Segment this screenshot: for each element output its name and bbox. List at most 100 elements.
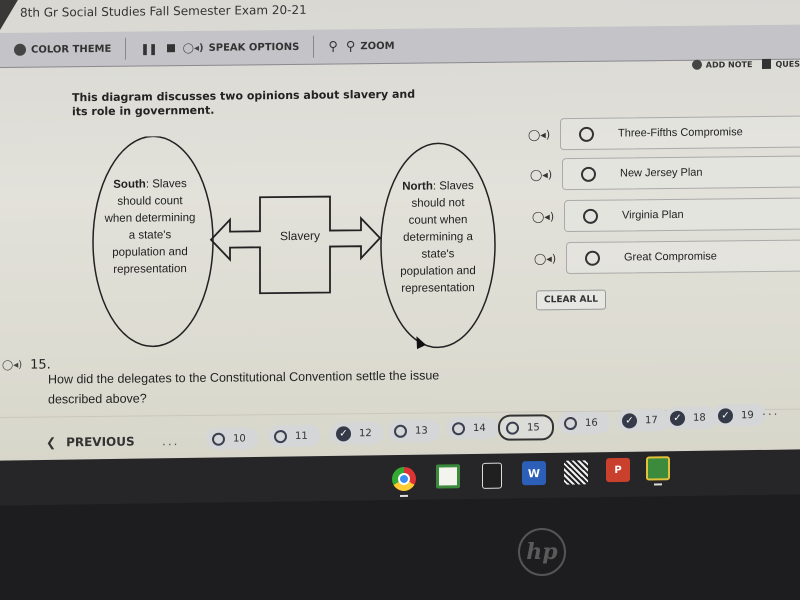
option-three-fifths[interactable]: Three-Fifths Compromise (560, 115, 800, 151)
question-nav-15[interactable]: 15 (498, 414, 554, 441)
exam-screen: 8th Gr Social Studies Fall Semester Exam… (0, 0, 800, 491)
zoom-out-icon: ⚲ (328, 38, 338, 55)
question-nav-14[interactable]: 14 (446, 416, 498, 440)
question-nav-19[interactable]: ✓ 19 (712, 403, 766, 427)
active-indicator (654, 483, 662, 486)
previous-button[interactable]: ❮ PREVIOUS (46, 435, 135, 450)
speaker-icon: ◯◂) (182, 42, 204, 54)
option-virginia[interactable]: Virginia Plan (564, 197, 800, 233)
option-new-jersey[interactable]: New Jersey Plan (562, 155, 800, 191)
question-nav-17[interactable]: ✓ 17 (616, 408, 670, 432)
option-row: ◯◂) Three-Fifths Compromise (528, 115, 800, 151)
speaker-icon[interactable]: ◯◂) (530, 168, 562, 181)
active-indicator (400, 494, 408, 497)
add-note-icon (691, 59, 702, 70)
radio-button[interactable] (581, 166, 596, 182)
power-app-icon[interactable] (436, 464, 460, 489)
question-nav-12[interactable]: ✓ 12 (330, 421, 384, 445)
question-text: How did the delegates to the Constitutio… (48, 368, 440, 407)
pause-icon: ❚❚ (140, 41, 157, 56)
south-description: : Slaves should count when determining a… (104, 178, 196, 276)
speaker-icon[interactable]: ◯◂) (528, 128, 560, 141)
north-text: North: Slaves should not count when dete… (398, 178, 478, 298)
pause-button[interactable]: ❚❚ (140, 42, 156, 55)
add-note-button[interactable]: ADD NOTE (691, 59, 752, 70)
google-classroom-icon[interactable] (646, 456, 670, 481)
zoom-label: ZOOM (360, 40, 395, 52)
window-title: 8th Gr Social Studies Fall Semester Exam… (20, 2, 307, 20)
zoom-in-button[interactable]: ⚲ ZOOM (346, 38, 395, 54)
question-button[interactable]: QUES (762, 58, 800, 70)
question-nav-18[interactable]: ✓ 18 (664, 406, 718, 430)
empty-circle-icon (564, 416, 577, 430)
stop-button[interactable] (166, 44, 175, 53)
question-nav-10[interactable]: 10 (206, 427, 258, 450)
more-questions-left[interactable]: ... (162, 434, 179, 448)
option-great-compromise[interactable]: Great Compromise (566, 239, 800, 275)
right-tools: ADD NOTE QUES (691, 58, 800, 70)
stop-icon (166, 44, 175, 53)
question-nav-number: 13 (415, 425, 428, 437)
toolbar-divider (125, 37, 127, 60)
question-nav-number: 10 (233, 432, 246, 445)
north-label: North (402, 180, 433, 193)
bezel-corner (0, 0, 18, 31)
check-circle-icon: ✓ (718, 407, 733, 423)
question-nav-number: 16 (585, 417, 598, 429)
empty-circle-icon (452, 421, 465, 435)
empty-circle-icon (394, 424, 407, 438)
empty-circle-icon (274, 429, 287, 443)
zoom-in-icon: ⚲ (345, 38, 356, 54)
toolbar: COLOR THEME ❚❚ ◯◂) SPEAK OPTIONS ⚲ ⚲ ZOO… (0, 24, 800, 68)
zoom-out-button[interactable]: ⚲ (328, 39, 338, 54)
question-label: QUES (775, 59, 800, 69)
check-circle-icon: ✓ (336, 425, 351, 441)
question-prompt: This diagram discusses two opinions abou… (72, 87, 416, 119)
question-nav-number: 18 (693, 412, 706, 424)
question-nav-number: 17 (645, 414, 658, 426)
chrome-icon[interactable] (392, 466, 416, 492)
check-circle-icon: ✓ (622, 412, 637, 428)
south-text: South: Slaves should count when determin… (104, 176, 196, 279)
question-nav-number: 12 (359, 427, 372, 439)
option-label: Virginia Plan (622, 208, 684, 222)
slavery-label: Slavery (280, 228, 321, 244)
radio-button[interactable] (585, 250, 600, 266)
calculator-app-icon[interactable] (482, 462, 502, 489)
chevron-left-icon: ❮ (46, 435, 57, 450)
bookmark-icon (762, 58, 772, 70)
south-label: South (113, 178, 146, 191)
question-nav-11[interactable]: 11 (268, 424, 320, 448)
powerpoint-icon[interactable]: P (606, 457, 630, 483)
empty-circle-icon (212, 432, 225, 446)
north-description: : Slaves should not count when determini… (400, 180, 476, 295)
option-row: ◯◂) New Jersey Plan (530, 155, 800, 191)
check-circle-icon: ✓ (670, 410, 685, 426)
option-label: Great Compromise (624, 250, 717, 264)
toolbar-divider (313, 35, 315, 58)
radio-button[interactable] (579, 126, 594, 142)
word-icon[interactable]: W (522, 460, 546, 486)
speak-options-label: SPEAK OPTIONS (208, 41, 300, 54)
option-label: New Jersey Plan (620, 166, 703, 180)
option-label: Three-Fifths Compromise (618, 126, 743, 140)
radio-button[interactable] (583, 208, 598, 224)
more-questions-right[interactable]: ... (762, 404, 779, 418)
speaker-icon[interactable]: ◯◂) (2, 360, 22, 371)
question-number-row: ◯◂) 15. (2, 357, 51, 373)
color-theme-button[interactable]: COLOR THEME (14, 43, 111, 56)
qr-code-app-icon[interactable] (564, 460, 588, 485)
clear-all-button[interactable]: CLEAR ALL (536, 289, 606, 311)
speak-options-button[interactable]: ◯◂) SPEAK OPTIONS (183, 41, 300, 53)
option-row: ◯◂) Great Compromise (534, 239, 800, 275)
double-arrow (209, 195, 382, 295)
question-nav-number: 14 (473, 422, 486, 434)
speaker-icon[interactable]: ◯◂) (534, 252, 566, 265)
question-nav-number: 15 (527, 421, 540, 433)
question-nav-16[interactable]: 16 (558, 411, 610, 435)
question-nav-13[interactable]: 13 (388, 419, 440, 442)
option-row: ◯◂) Virginia Plan (532, 197, 800, 233)
speaker-icon[interactable]: ◯◂) (532, 210, 564, 223)
color-theme-label: COLOR THEME (31, 43, 112, 56)
palette-icon (14, 43, 26, 56)
